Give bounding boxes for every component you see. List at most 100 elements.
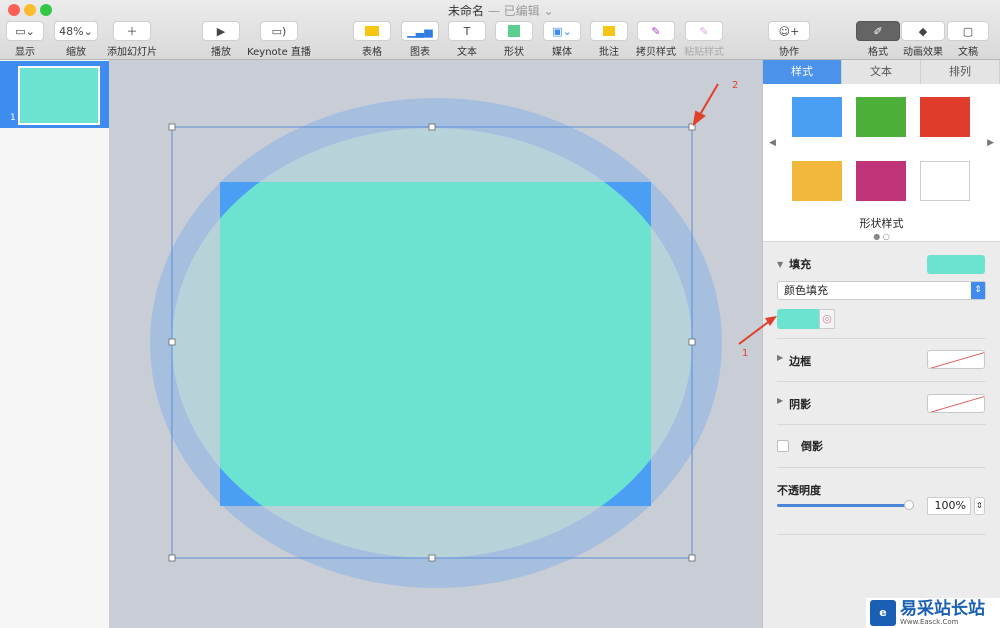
opacity-stepper[interactable]: ⇕	[974, 497, 985, 515]
chart-button[interactable]: ▁▃▅ 图表	[401, 21, 439, 58]
format-button[interactable]: ✐ 格式	[856, 21, 900, 58]
page-dots[interactable]: ● ○	[763, 232, 1000, 241]
play-label: 播放	[211, 47, 231, 58]
watermark-subtext: Www.Easck.Com	[900, 618, 959, 626]
collaborate-button[interactable]: ☺+ 协作	[768, 21, 810, 58]
slide-number: 1	[10, 113, 16, 123]
media-label: 媒体	[552, 47, 572, 58]
text-button[interactable]: T 文本	[448, 21, 486, 58]
broadcast-icon: ▭)	[260, 21, 298, 41]
fill-type-value: 颜色填充	[784, 284, 828, 297]
slide-preview	[18, 66, 100, 125]
annotation-1: 1	[742, 348, 749, 359]
disclosure-open-icon: ▼	[777, 259, 784, 269]
comment-icon	[603, 26, 615, 36]
tab-style[interactable]: 样式	[763, 60, 842, 84]
copy-style-label: 拷贝样式	[636, 47, 676, 58]
format-label: 格式	[868, 47, 888, 58]
minimize-button[interactable]	[24, 4, 36, 16]
slide-canvas[interactable]: 2	[110, 60, 762, 628]
fill-type-select[interactable]: 颜色填充 ⇕	[777, 281, 986, 300]
watermark: e 易采站长站 Www.Easck.Com	[866, 598, 1000, 628]
shape-icon	[508, 25, 520, 37]
watermark-text: 易采站长站	[900, 599, 985, 619]
collaborate-label: 协作	[779, 47, 799, 58]
media-button[interactable]: ▣⌄ 媒体	[543, 21, 581, 58]
shape-styles-label: 形状样式	[859, 217, 904, 230]
add-slide-label: 添加幻灯片	[107, 47, 157, 58]
shadow-label: 阴影	[789, 398, 812, 411]
fill-color-well[interactable]	[927, 255, 985, 274]
style-swatch[interactable]	[792, 161, 842, 201]
color-wheel-icon[interactable]: ◎	[819, 309, 835, 329]
arrow-2-icon	[692, 83, 719, 127]
view-button[interactable]: ▭⌄ 显示	[6, 21, 44, 58]
paste-style-label: 粘贴样式	[684, 47, 724, 58]
comment-button[interactable]: 批注	[590, 21, 628, 58]
shape-label: 形状	[504, 47, 524, 58]
chevron-right-icon[interactable]: ▶	[987, 138, 994, 148]
sidebar-icon: ▭⌄	[6, 21, 44, 41]
disclosure-closed-icon: ▶	[777, 396, 784, 405]
zoom-select[interactable]: 48% ⌄ 缩放	[54, 21, 98, 58]
arrow-1-icon	[738, 316, 777, 345]
zoom-value: 48%	[59, 24, 84, 38]
animate-icon: ◆	[901, 21, 945, 41]
document-button[interactable]: ▢ 文稿	[946, 21, 990, 58]
reflection-checkbox[interactable]: 倒影	[777, 438, 986, 454]
zoom-label: 缩放	[66, 47, 86, 58]
shape-styles: ◀ ▶ 形状样式 ● ○	[763, 84, 1000, 242]
chevron-left-icon[interactable]: ◀	[769, 138, 776, 148]
plus-icon: ＋	[113, 21, 151, 41]
play-icon: ▶	[202, 21, 240, 41]
chart-icon: ▁▃▅	[401, 21, 439, 41]
style-swatch[interactable]	[920, 97, 970, 137]
disclosure-closed-icon: ▶	[777, 353, 784, 362]
table-icon	[365, 26, 379, 36]
style-swatch[interactable]	[920, 161, 970, 201]
slide-navigator: 1	[0, 60, 110, 628]
opacity-slider[interactable]	[777, 500, 914, 510]
table-button[interactable]: 表格	[353, 21, 391, 58]
opacity-field[interactable]: 100%	[927, 497, 971, 515]
animate-label: 动画效果	[903, 47, 943, 58]
shape-button[interactable]: 形状	[495, 21, 533, 58]
paintbrush-icon: ✐	[856, 21, 900, 41]
play-button[interactable]: ▶ 播放	[202, 21, 240, 58]
animate-button[interactable]: ◆ 动画效果	[900, 21, 946, 58]
style-swatch[interactable]	[856, 97, 906, 137]
add-slide-button[interactable]: ＋ 添加幻灯片	[104, 21, 160, 58]
eyedropper-icon: ✎	[637, 21, 675, 41]
zoom-window-button[interactable]	[40, 4, 52, 16]
eyedropper-icon: ✎	[685, 21, 723, 41]
style-swatch[interactable]	[856, 161, 906, 201]
tab-text[interactable]: 文本	[842, 60, 921, 84]
document-label: 文稿	[958, 47, 978, 58]
tab-arrange[interactable]: 排列	[921, 60, 1000, 84]
chart-label: 图表	[410, 47, 430, 58]
keynote-live-button[interactable]: ▭) Keynote 直播	[246, 21, 312, 58]
slider-knob[interactable]	[904, 500, 914, 510]
rectangle-shape[interactable]	[172, 128, 692, 558]
border-color-well[interactable]	[927, 350, 985, 369]
border-label: 边框	[789, 355, 812, 368]
copy-style-button[interactable]: ✎ 拷贝样式	[636, 21, 676, 58]
close-button[interactable]	[8, 4, 20, 16]
view-label: 显示	[15, 47, 35, 58]
shadow-color-well[interactable]	[927, 394, 985, 413]
color-swatch-button[interactable]	[777, 309, 819, 329]
format-inspector: 样式 文本 排列 ◀ ▶ 形状样式 ● ○ ▼ 填充 颜色填充 ⇕ ◎ 1 ▶ 边框 …	[738, 60, 1000, 628]
fill-label: 填充	[789, 258, 812, 271]
watermark-logo-icon: e	[870, 600, 896, 626]
slide-thumbnail-1[interactable]: 1	[0, 61, 109, 128]
annotation-2: 2	[732, 80, 739, 91]
media-icon: ▣⌄	[543, 21, 581, 41]
live-label: Keynote 直播	[247, 47, 311, 58]
paste-style-button[interactable]: ✎ 粘贴样式	[684, 21, 724, 58]
collaborate-icon: ☺+	[768, 21, 810, 41]
checkbox[interactable]	[777, 440, 789, 452]
comment-label: 批注	[599, 47, 619, 58]
style-swatch[interactable]	[792, 97, 842, 137]
table-label: 表格	[362, 47, 382, 58]
toolbar: 未命名 — 已编辑 ⌄ ▭⌄ 显示 48% ⌄ 缩放 ＋ 添加幻灯片 ▶ 播放 ▭) Key…	[0, 0, 1000, 60]
